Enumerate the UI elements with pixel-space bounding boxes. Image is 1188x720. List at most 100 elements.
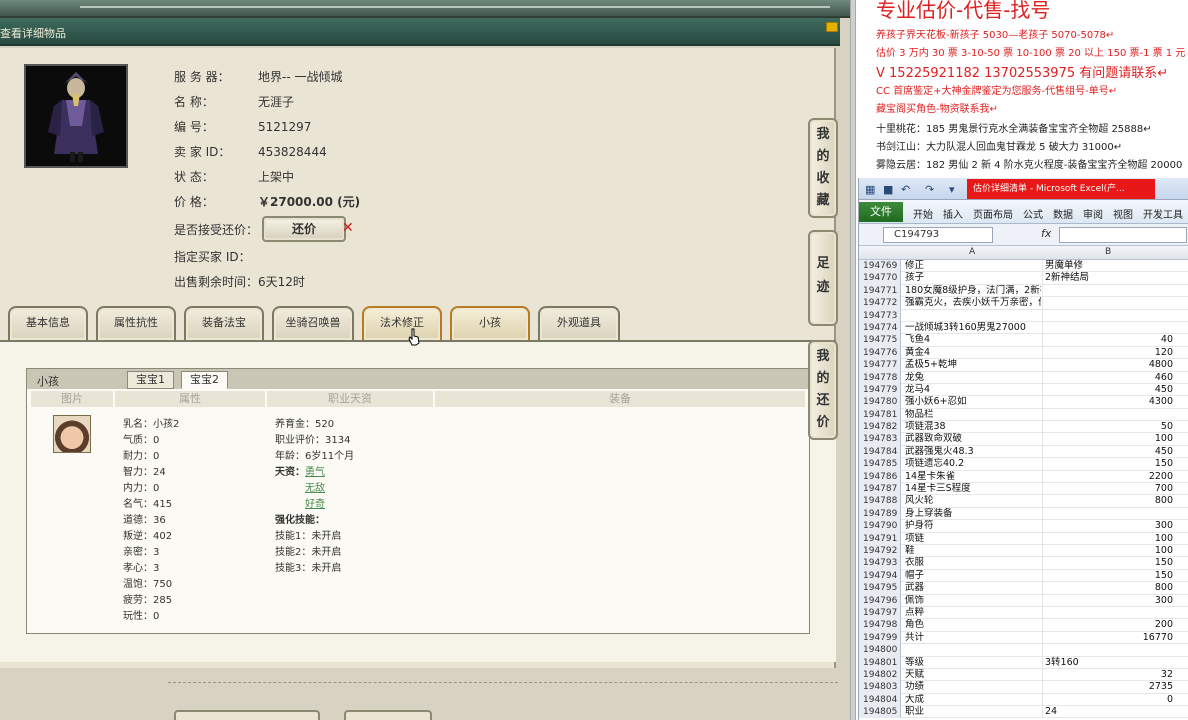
row-number[interactable]: 194777 <box>859 359 901 372</box>
row-number[interactable]: 194791 <box>859 532 901 545</box>
cell-a[interactable]: 项链混38 <box>905 421 1041 433</box>
tab-child[interactable]: 小孩 <box>450 306 530 340</box>
talent-invincible[interactable]: 无敌 <box>305 479 325 495</box>
row-number[interactable]: 194794 <box>859 569 901 583</box>
menu-developer[interactable]: 开发工具 <box>1143 206 1183 221</box>
cell-b[interactable]: 150 <box>1045 570 1173 582</box>
cell-a[interactable]: 飞鱼4 <box>905 334 1041 346</box>
row-number[interactable]: 194779 <box>859 383 901 397</box>
tab-mounts-summons[interactable]: 坐骑召唤兽 <box>272 306 354 340</box>
cell-b[interactable]: 4300 <box>1045 396 1173 408</box>
cell-b[interactable]: 450 <box>1045 446 1173 458</box>
row-number[interactable]: 194782 <box>859 421 901 434</box>
row-number[interactable]: 194804 <box>859 693 901 707</box>
cell-a[interactable]: 共计 <box>905 632 1041 644</box>
row-number[interactable]: 194798 <box>859 619 901 632</box>
cell-b[interactable]: 100 <box>1045 545 1173 557</box>
cell-b[interactable]: 800 <box>1045 495 1173 507</box>
row-number[interactable]: 194780 <box>859 396 901 409</box>
cell-a[interactable]: 武器 <box>905 582 1041 594</box>
cell-b[interactable]: 40 <box>1045 334 1173 346</box>
row-number[interactable]: 194793 <box>859 557 901 570</box>
cell-a[interactable]: 点粹 <box>905 607 1041 619</box>
menu-insert[interactable]: 插入 <box>943 206 963 221</box>
cell-a[interactable]: 鞋 <box>905 545 1041 557</box>
talent-courage[interactable]: 勇气 <box>305 463 325 479</box>
cell-b[interactable]: 300 <box>1045 595 1173 607</box>
cell-b[interactable]: 150 <box>1045 557 1173 569</box>
cell-a[interactable]: 孟极5+乾坤 <box>905 359 1041 371</box>
row-number[interactable]: 194771 <box>859 284 901 298</box>
tab-appearance[interactable]: 外观道具 <box>538 306 620 340</box>
cell-a[interactable]: 等级 <box>905 657 1041 669</box>
cell-b[interactable]: 32 <box>1045 669 1173 681</box>
cell-b[interactable]: 2735 <box>1045 681 1173 693</box>
cell-a[interactable]: 龙马4 <box>905 384 1041 396</box>
row-number[interactable]: 194784 <box>859 445 901 459</box>
row-number[interactable]: 194797 <box>859 606 901 620</box>
row-number[interactable]: 194805 <box>859 706 901 719</box>
cell-a[interactable]: 武器强鬼火48.3 <box>905 446 1041 458</box>
row-number[interactable]: 194772 <box>859 297 901 310</box>
row-number[interactable]: 194787 <box>859 483 901 496</box>
row-number[interactable]: 194788 <box>859 495 901 508</box>
talent-curious[interactable]: 好奇 <box>305 495 325 511</box>
cell-b[interactable]: 700 <box>1045 483 1173 495</box>
cell-b[interactable]: 男魔单修 <box>1045 260 1173 272</box>
my-counter-offers-button[interactable]: 我的还价 <box>808 340 838 440</box>
row-number[interactable]: 194796 <box>859 594 901 607</box>
cell-b[interactable]: 2新神结局 <box>1045 272 1173 284</box>
counter-offer-button[interactable]: 还价 <box>262 216 346 242</box>
cell-b[interactable]: 3转160 <box>1045 657 1173 669</box>
cell-a[interactable]: 风火轮 <box>905 495 1041 507</box>
row-number[interactable]: 194783 <box>859 433 901 446</box>
undo-icon[interactable]: ↶ <box>901 183 910 196</box>
cell-a[interactable]: 大成 <box>905 694 1041 706</box>
row-number[interactable]: 194781 <box>859 408 901 422</box>
cell-a[interactable]: 修正 <box>905 260 1041 272</box>
formula-input[interactable] <box>1059 227 1187 243</box>
file-tab[interactable]: 文件 <box>859 202 903 222</box>
cell-b[interactable]: 300 <box>1045 520 1173 532</box>
row-number[interactable]: 194774 <box>859 321 901 335</box>
row-number[interactable]: 194786 <box>859 470 901 484</box>
menu-data[interactable]: 数据 <box>1053 206 1073 221</box>
cell-a[interactable]: 天赋 <box>905 669 1041 681</box>
menu-home[interactable]: 开始 <box>913 206 933 221</box>
cell-a[interactable]: 孩子 <box>905 272 1041 284</box>
bottom-action-button-1[interactable] <box>174 710 320 720</box>
row-number[interactable]: 194795 <box>859 582 901 595</box>
redo-icon[interactable]: ↷ <box>925 183 934 196</box>
cell-a[interactable]: 衣服 <box>905 557 1041 569</box>
cell-b[interactable]: 450 <box>1045 384 1173 396</box>
cell-b[interactable]: 200 <box>1045 619 1173 631</box>
cell-b[interactable]: 460 <box>1045 372 1173 384</box>
row-number[interactable]: 194769 <box>859 260 901 273</box>
cell-a[interactable]: 强小妖6+忍如 <box>905 396 1041 408</box>
cell-b[interactable]: 50 <box>1045 421 1173 433</box>
column-a-header[interactable]: A <box>969 247 975 257</box>
name-box[interactable]: C194793 <box>883 227 993 243</box>
row-number[interactable]: 194789 <box>859 507 901 521</box>
save-icon[interactable]: ■ <box>883 183 893 196</box>
menu-page-layout[interactable]: 页面布局 <box>973 206 1013 221</box>
row-number[interactable]: 194792 <box>859 544 901 558</box>
cell-a[interactable]: 武器致命双破 <box>905 433 1041 445</box>
row-number[interactable]: 194800 <box>859 644 901 657</box>
row-number[interactable]: 194785 <box>859 458 901 471</box>
cell-a[interactable]: 角色 <box>905 619 1041 631</box>
subtab-baby-2[interactable]: 宝宝2 <box>181 371 228 389</box>
tab-equipment[interactable]: 装备法宝 <box>184 306 264 340</box>
row-number[interactable]: 194801 <box>859 656 901 669</box>
menu-review[interactable]: 审阅 <box>1083 206 1103 221</box>
cell-a[interactable]: 14星卡朱雀 <box>905 471 1041 483</box>
footprint-button[interactable]: 足迹 <box>808 230 838 326</box>
cell-b[interactable]: 4800 <box>1045 359 1173 371</box>
cell-a[interactable]: 功绩 <box>905 681 1041 693</box>
cell-a[interactable]: 物品栏 <box>905 409 1041 421</box>
cell-a[interactable]: 帽子 <box>905 570 1041 582</box>
cell-b[interactable]: 16770 <box>1045 632 1173 644</box>
cell-a[interactable]: 职业 <box>905 706 1041 718</box>
cell-a[interactable]: 项链遗忘40.2 <box>905 458 1041 470</box>
menu-formulas[interactable]: 公式 <box>1023 206 1043 221</box>
